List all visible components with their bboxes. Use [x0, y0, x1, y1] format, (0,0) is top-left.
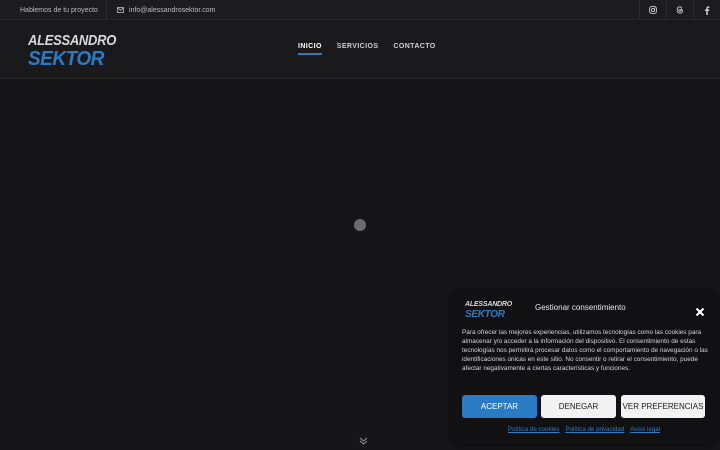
- logo-line2: SEKTOR: [28, 48, 104, 71]
- logo-line1: ALESSANDRO: [28, 31, 117, 49]
- dialog-logo-line2: SEKTOR: [465, 309, 505, 320]
- legal-notice-link[interactable]: Aviso legal: [630, 426, 660, 433]
- dialog-logo: ALESSANDRO SEKTOR: [465, 301, 512, 323]
- site-header: ALESSANDRO SEKTOR INICIO SERVICIOS CONTA…: [0, 21, 720, 79]
- loading-dot: [354, 219, 366, 231]
- facebook-link[interactable]: [693, 0, 720, 20]
- topbar-tagline[interactable]: Hablemos de tu proyecto: [20, 0, 98, 20]
- main-nav: INICIO SERVICIOS CONTACTO: [298, 43, 436, 55]
- threads-link[interactable]: [666, 0, 693, 20]
- nav-item-contacto[interactable]: CONTACTO: [393, 43, 435, 55]
- preferences-button[interactable]: VER PREFERENCIAS: [621, 395, 705, 418]
- threads-icon: [676, 6, 684, 14]
- facebook-icon: [705, 5, 710, 15]
- nav-item-servicios[interactable]: SERVICIOS: [337, 43, 379, 55]
- deny-button[interactable]: DENEGAR: [541, 395, 616, 418]
- topbar-divider: [106, 0, 107, 20]
- chevron-double-down-icon: [359, 437, 368, 445]
- social-links: [639, 0, 720, 20]
- top-bar: Hablemos de tu proyecto info@alessandros…: [0, 0, 720, 20]
- policy-links: Política de cookies Política de privacid…: [453, 426, 715, 433]
- site-logo[interactable]: ALESSANDRO SEKTOR: [28, 31, 116, 71]
- envelope-icon: [117, 7, 124, 13]
- close-icon: [695, 307, 705, 317]
- instagram-icon: [649, 6, 657, 14]
- dialog-title: Gestionar consentimiento: [535, 303, 626, 312]
- topbar-email-link[interactable]: info@alessandrosektor.com: [117, 0, 215, 20]
- dialog-body: Para ofrecer las mejores experiencias, u…: [462, 329, 708, 373]
- dialog-logo-line1: ALESSANDRO: [465, 301, 513, 308]
- instagram-link[interactable]: [639, 0, 666, 20]
- privacy-policy-link[interactable]: Política de privacidad: [565, 426, 624, 433]
- topbar-email: info@alessandrosektor.com: [129, 6, 216, 14]
- cookie-consent-dialog: ALESSANDRO SEKTOR Gestionar consentimien…: [453, 291, 715, 444]
- scroll-down-button[interactable]: [359, 432, 368, 450]
- accept-button[interactable]: ACEPTAR: [462, 395, 537, 418]
- nav-item-inicio[interactable]: INICIO: [298, 43, 322, 55]
- close-button[interactable]: [695, 304, 705, 317]
- cookies-policy-link[interactable]: Política de cookies: [508, 426, 560, 433]
